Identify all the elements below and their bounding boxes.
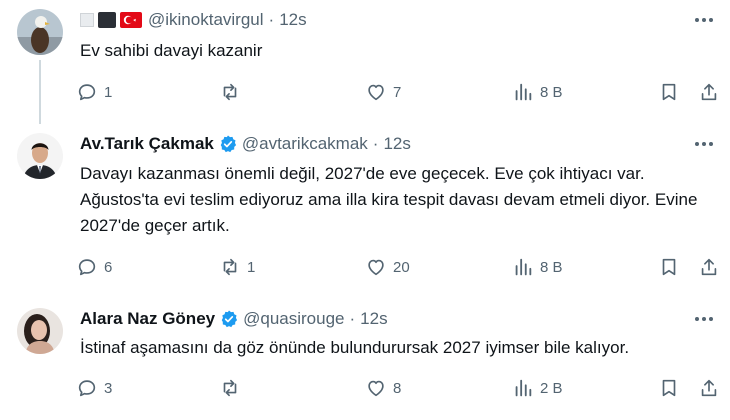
share-icon [701,83,717,101]
tweet-text: İstinaf aşamasını da göz önünde bulundur… [80,338,630,357]
reply-count: 3 [104,379,113,397]
avatar[interactable] [17,308,63,354]
more-icon[interactable] [692,132,716,156]
separator-dot: · [268,10,275,29]
share-icon [701,258,717,276]
reply-button[interactable]: 3 [76,376,112,400]
reply-button[interactable]: 6 [76,255,112,279]
separator-dot: · [349,309,356,328]
views-count: 2 B [540,379,563,397]
views-icon [515,258,532,276]
bookmark-button[interactable] [658,255,680,279]
timestamp[interactable]: 12s [279,10,306,30]
views-button[interactable]: 8 B [512,80,563,104]
bookmark-icon [662,83,676,101]
views-count: 8 B [540,83,563,101]
avatar[interactable] [17,9,63,55]
share-button[interactable] [698,255,720,279]
tweet-header: Alara Naz Göney @quasirouge · 12s [80,307,388,331]
black-flag-icon [98,12,116,28]
turkey-flag-icon [120,12,142,28]
tweet[interactable]: Alara Naz Göney @quasirouge · 12s İstina… [0,294,730,420]
verified-icon [220,135,236,153]
tweet-header: Av.Tarık Çakmak @avtarikcakmak · 12s [80,132,411,156]
reply-count: 6 [104,258,113,276]
retweet-count: 1 [247,258,256,276]
author-handle[interactable]: @avtarikcakmak [242,134,368,154]
like-icon [368,380,384,397]
retweet-button[interactable]: 1 [219,255,255,279]
retweet-button[interactable] [219,376,247,400]
tweet-header: @ikinoktavirgul · 12s [80,8,307,32]
retweet-icon [223,258,237,276]
action-bar: 6 1 20 8 B [76,255,726,279]
more-icon[interactable] [692,307,716,331]
reply-icon [78,380,96,397]
like-button[interactable]: 7 [365,80,401,104]
like-count: 8 [393,379,402,397]
views-count: 8 B [540,258,563,276]
like-icon [368,259,384,276]
retweet-button[interactable] [219,80,247,104]
like-button[interactable]: 8 [365,376,401,400]
separator-dot: · [372,134,379,153]
like-count: 20 [393,258,410,276]
avatar[interactable] [17,133,63,179]
more-icon[interactable] [692,8,716,32]
views-icon [515,379,532,397]
bookmark-button[interactable] [658,376,680,400]
author-name[interactable]: Alara Naz Göney [80,309,215,329]
retweet-icon [223,379,237,397]
profile-flags [80,12,142,28]
like-icon [368,84,384,101]
like-button[interactable]: 20 [365,255,410,279]
thread-line [39,60,41,124]
reply-button[interactable]: 1 [76,80,112,104]
views-icon [515,83,532,101]
bookmark-button[interactable] [658,80,680,104]
views-button[interactable]: 2 B [512,376,563,400]
action-bar: 3 8 2 B [76,376,726,400]
author-name[interactable]: Av.Tarık Çakmak [80,134,214,154]
share-button[interactable] [698,376,720,400]
reply-icon [78,84,96,101]
action-bar: 1 7 8 B [76,80,726,104]
views-button[interactable]: 8 B [512,255,563,279]
tweet[interactable]: @ikinoktavirgul · 12s Ev sahibi davayi k… [0,0,730,124]
white-square-icon [80,13,94,27]
bookmark-icon [662,258,676,276]
tweet-text: Davayı kazanması önemli değil, 2027'de e… [80,164,698,235]
reply-count: 1 [104,83,113,101]
reply-icon [78,259,96,276]
timestamp[interactable]: 12s [383,134,410,154]
timestamp[interactable]: 12s [360,309,387,329]
share-button[interactable] [698,80,720,104]
author-handle[interactable]: @quasirouge [243,309,344,329]
share-icon [701,379,717,397]
verified-icon [221,310,238,328]
tweet[interactable]: Av.Tarık Çakmak @avtarikcakmak · 12s Dav… [0,124,730,294]
author-handle[interactable]: @ikinoktavirgul [148,10,264,30]
bookmark-icon [662,379,676,397]
like-count: 7 [393,83,402,101]
retweet-icon [223,83,237,101]
tweet-text: Ev sahibi davayi kazanir [80,41,263,60]
